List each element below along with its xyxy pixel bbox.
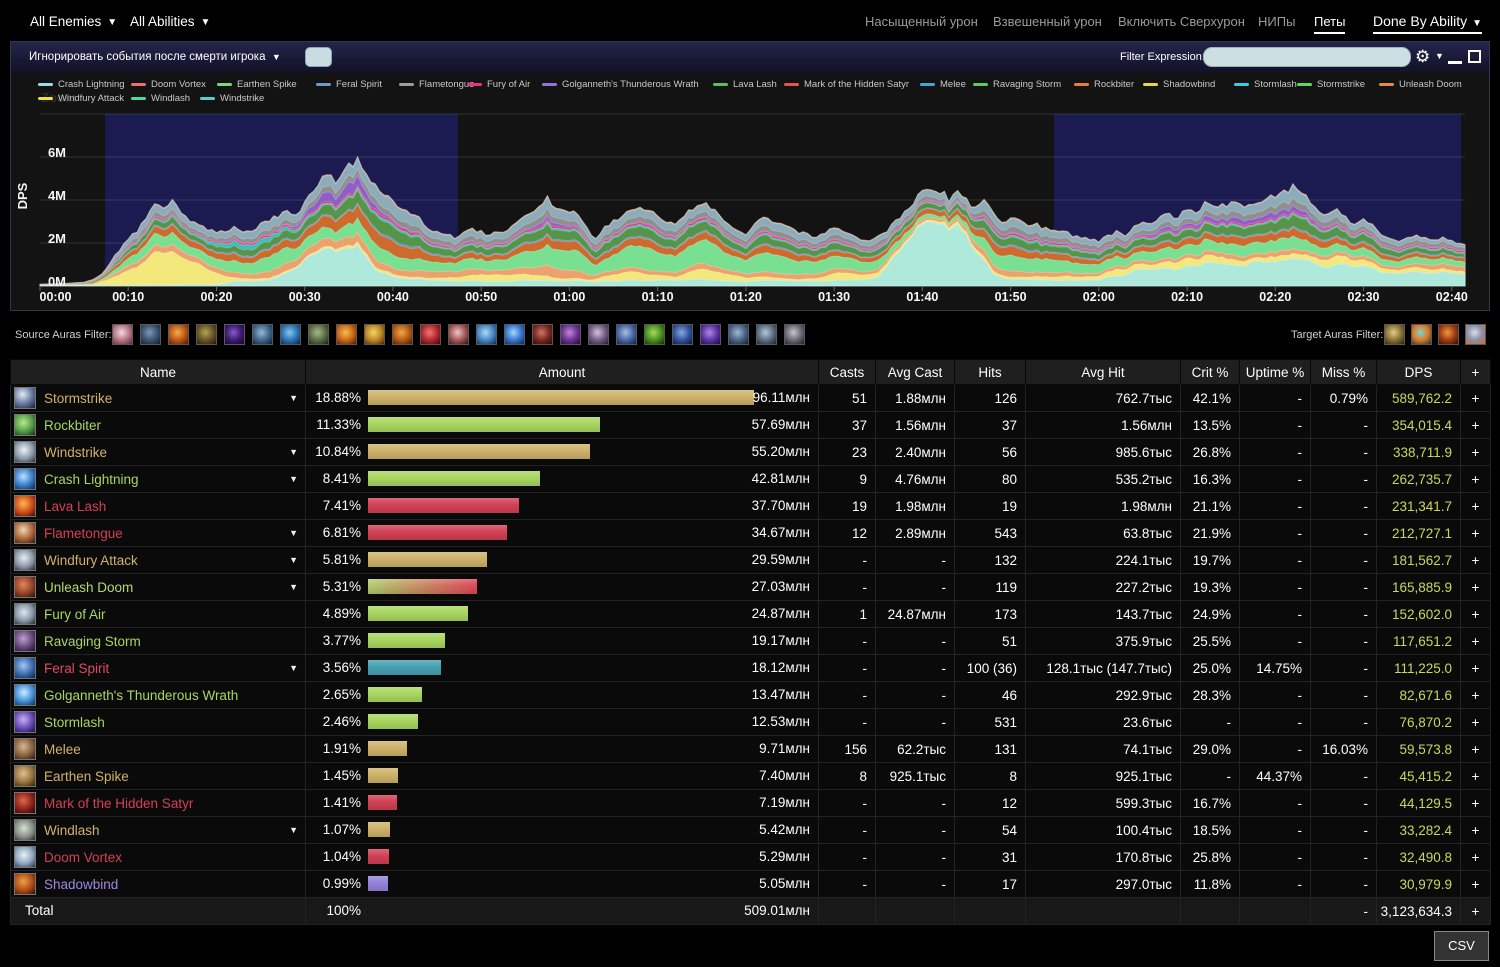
svg-text:00:40: 00:40: [377, 290, 409, 304]
svg-text:00:10: 00:10: [112, 290, 144, 304]
svg-text:02:10: 02:10: [1171, 290, 1203, 304]
svg-text:4M: 4M: [48, 188, 66, 203]
svg-text:00:30: 00:30: [289, 290, 321, 304]
svg-text:01:50: 01:50: [995, 290, 1027, 304]
svg-text:02:30: 02:30: [1348, 290, 1380, 304]
svg-text:02:20: 02:20: [1259, 290, 1291, 304]
svg-text:02:00: 02:00: [1083, 290, 1115, 304]
svg-text:01:20: 01:20: [730, 290, 762, 304]
svg-text:01:10: 01:10: [642, 290, 674, 304]
svg-text:0M: 0M: [48, 274, 66, 289]
svg-text:6M: 6M: [48, 145, 66, 160]
svg-text:00:50: 00:50: [465, 290, 497, 304]
svg-text:2M: 2M: [48, 231, 66, 246]
svg-text:01:40: 01:40: [906, 290, 938, 304]
svg-text:00:20: 00:20: [201, 290, 233, 304]
svg-text:DPS: DPS: [15, 182, 30, 209]
svg-text:01:00: 01:00: [553, 290, 585, 304]
svg-text:00:00: 00:00: [40, 290, 72, 304]
svg-text:01:30: 01:30: [818, 290, 850, 304]
svg-text:02:40: 02:40: [1436, 290, 1468, 304]
